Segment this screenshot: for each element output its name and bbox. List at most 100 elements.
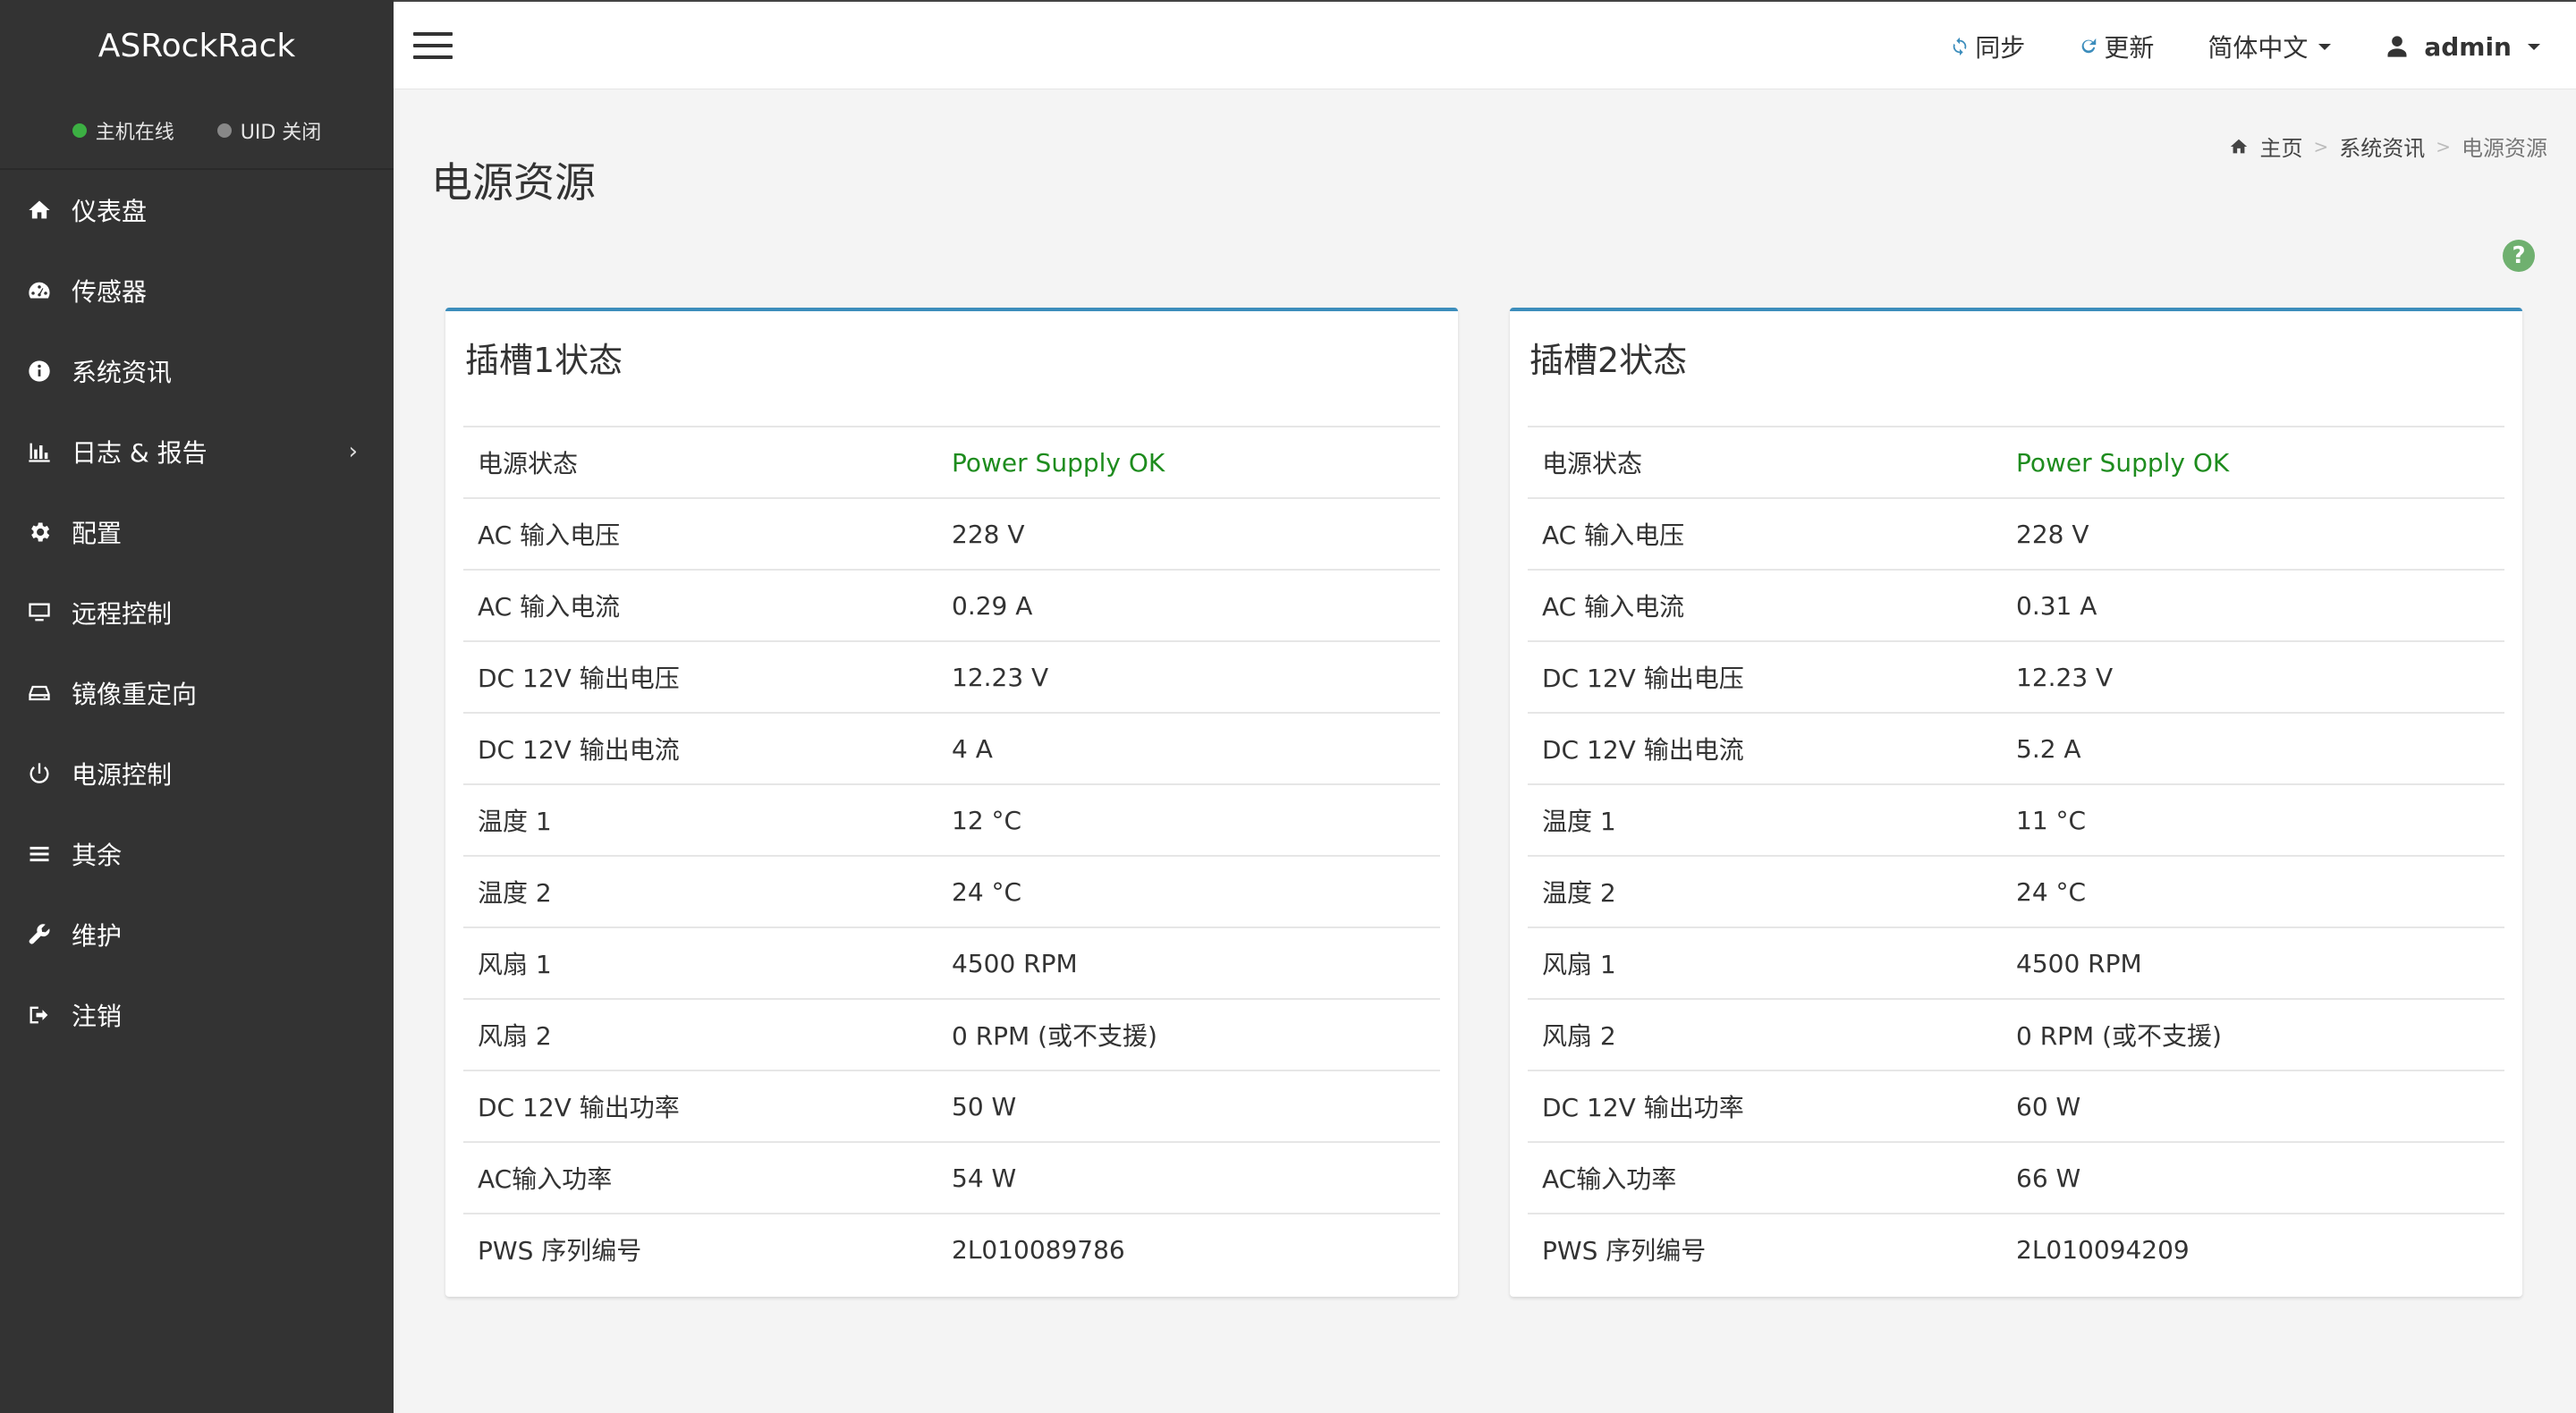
top-navbar: 同步 更新 简体中文 admin [394, 0, 2576, 89]
caret-down-icon [2528, 43, 2540, 50]
sync-button[interactable]: 同步 [1950, 29, 2025, 64]
user-name: admin [2424, 31, 2512, 62]
row-value: 24 °C [2016, 876, 2087, 907]
language-dropdown[interactable]: 简体中文 [2207, 29, 2332, 64]
table-row: AC 输入电压 228 V [463, 497, 1440, 569]
sidebar-item-label: 注销 [72, 1002, 123, 1031]
breadcrumb: 主页 > 系统资讯 > 电源资源 [2229, 131, 2547, 162]
row-label: AC 输入电流 [1542, 592, 1685, 622]
chevron-right-icon: › [348, 438, 358, 465]
table-row: 温度 1 11 °C [1528, 783, 2504, 855]
row-value: 66 W [2016, 1163, 2081, 1193]
sidebar-item-misc[interactable]: 其余 [0, 814, 394, 894]
table-row: AC 输入电流 0.31 A [1528, 569, 2504, 640]
row-label: AC 输入电流 [478, 592, 621, 622]
row-value: 4500 RPM [2016, 948, 2142, 978]
sidebar-item-logs-reports[interactable]: 日志 & 报告 › [0, 411, 394, 492]
slot-1-title: 插槽1状态 [465, 341, 623, 380]
slot-2-table: 电源状态 Power Supply OK AC 输入电压 228 V AC 输入电流… [1528, 426, 2504, 1284]
caret-down-icon [2318, 43, 2332, 50]
table-row: 温度 2 24 °C [1528, 855, 2504, 926]
list-icon [25, 840, 54, 868]
table-row: DC 12V 输出电压 12.23 V [463, 640, 1440, 712]
row-value: 2L010094209 [2016, 1234, 2190, 1265]
table-row: DC 12V 输出功率 60 W [1528, 1070, 2504, 1141]
row-value: Power Supply OK [952, 447, 1165, 478]
language-label: 简体中文 [2207, 33, 2309, 63]
table-row: DC 12V 输出功率 50 W [463, 1070, 1440, 1141]
row-label: 温度 1 [1542, 807, 1616, 836]
sidebar-item-logout[interactable]: 注销 [0, 975, 394, 1055]
power-icon [25, 759, 54, 788]
row-value: 0 RPM (或不支援) [952, 1021, 1157, 1051]
row-value: 12.23 V [952, 662, 1049, 692]
table-row: PWS 序列编号 2L010089786 [463, 1213, 1440, 1284]
sidebar-item-label: 远程控制 [72, 599, 173, 629]
sync-label: 同步 [1975, 33, 2026, 63]
brand-logo[interactable]: ASRockRack [0, 0, 394, 93]
refresh-button[interactable]: 更新 [2079, 29, 2154, 64]
slot-1-table: 电源状态 Power Supply OK AC 输入电压 228 V AC 输入电流… [463, 426, 1440, 1284]
row-value: 50 W [952, 1091, 1017, 1121]
row-label: 风扇 2 [478, 1021, 552, 1051]
breadcrumb-separator: > [2313, 135, 2329, 157]
row-label: DC 12V 输出功率 [478, 1093, 680, 1122]
host-status: 主机在线 [72, 116, 174, 145]
gear-icon [25, 518, 54, 546]
sidebar-item-remote-control[interactable]: 远程控制 [0, 572, 394, 653]
sidebar-item-sensors[interactable]: 传感器 [0, 250, 394, 331]
user-icon [2387, 36, 2407, 57]
table-row: 电源状态 Power Supply OK [1528, 426, 2504, 497]
row-value: Power Supply OK [2016, 447, 2230, 478]
status-row: 主机在线 UID 关闭 [0, 93, 394, 170]
row-label: 风扇 1 [478, 950, 552, 979]
row-value: 5.2 A [2016, 733, 2081, 764]
row-label: 电源状态 [1542, 449, 1643, 478]
hamburger-menu-icon[interactable] [413, 32, 453, 59]
sidebar-item-system-info[interactable]: 系统资讯 [0, 331, 394, 411]
table-row: AC输入功率 66 W [1528, 1141, 2504, 1213]
home-icon [2231, 139, 2248, 153]
table-row: 风扇 1 4500 RPM [463, 926, 1440, 998]
row-label: PWS 序列编号 [478, 1236, 642, 1265]
uid-status[interactable]: UID 关闭 [216, 116, 322, 145]
refresh-label: 更新 [2104, 33, 2155, 63]
row-label: 风扇 2 [1542, 1021, 1616, 1051]
slot-1-panel: 插槽1状态 电源状态 Power Supply OK AC 输入电压 228 V A… [445, 308, 1458, 1297]
table-row: 温度 1 12 °C [463, 783, 1440, 855]
sidebar: ASRockRack 主机在线 UID 关闭 仪表盘 传感器 系统资讯 日志 &… [0, 0, 394, 1413]
slot-2-title: 插槽2状态 [1530, 341, 1688, 380]
sidebar-item-maintenance[interactable]: 维护 [0, 894, 394, 975]
sidebar-item-label: 系统资讯 [72, 358, 173, 387]
sidebar-item-dashboard[interactable]: 仪表盘 [0, 170, 394, 250]
breadcrumb-separator: > [2436, 135, 2451, 157]
sidebar-item-label: 维护 [72, 921, 123, 951]
table-row: AC 输入电压 228 V [1528, 497, 2504, 569]
row-value: 60 W [2016, 1091, 2081, 1121]
sidebar-item-media-redirection[interactable]: 镜像重定向 [0, 653, 394, 733]
row-value: 228 V [2016, 519, 2089, 549]
row-label: DC 12V 输出电流 [478, 735, 680, 765]
breadcrumb-home[interactable]: 主页 [2259, 131, 2302, 162]
table-row: DC 12V 输出电压 12.23 V [1528, 640, 2504, 712]
help-icon[interactable]: ? [2503, 240, 2535, 272]
row-value: 11 °C [2016, 805, 2087, 835]
sidebar-item-settings[interactable]: 配置 [0, 492, 394, 572]
sidebar-item-label: 其余 [72, 841, 123, 870]
table-row: 风扇 1 4500 RPM [1528, 926, 2504, 998]
user-menu[interactable]: admin [2385, 32, 2540, 62]
dashboard-gauge-icon [25, 276, 54, 305]
table-row: DC 12V 输出电流 5.2 A [1528, 712, 2504, 783]
sidebar-item-power-control[interactable]: 电源控制 [0, 733, 394, 814]
table-row: 风扇 2 0 RPM (或不支援) [463, 998, 1440, 1070]
uid-status-label: UID 关闭 [240, 122, 322, 144]
row-label: 电源状态 [478, 449, 579, 478]
row-value: 24 °C [952, 876, 1022, 907]
row-value: 0.31 A [2016, 590, 2097, 621]
table-row: AC 输入电流 0.29 A [463, 569, 1440, 640]
sidebar-item-label: 电源控制 [72, 760, 173, 790]
row-label: 风扇 1 [1542, 950, 1616, 979]
slot-2-panel: 插槽2状态 电源状态 Power Supply OK AC 输入电压 228 V A… [1510, 308, 2522, 1297]
breadcrumb-system-info[interactable]: 系统资讯 [2339, 131, 2425, 162]
sidebar-item-label: 配置 [72, 519, 123, 548]
